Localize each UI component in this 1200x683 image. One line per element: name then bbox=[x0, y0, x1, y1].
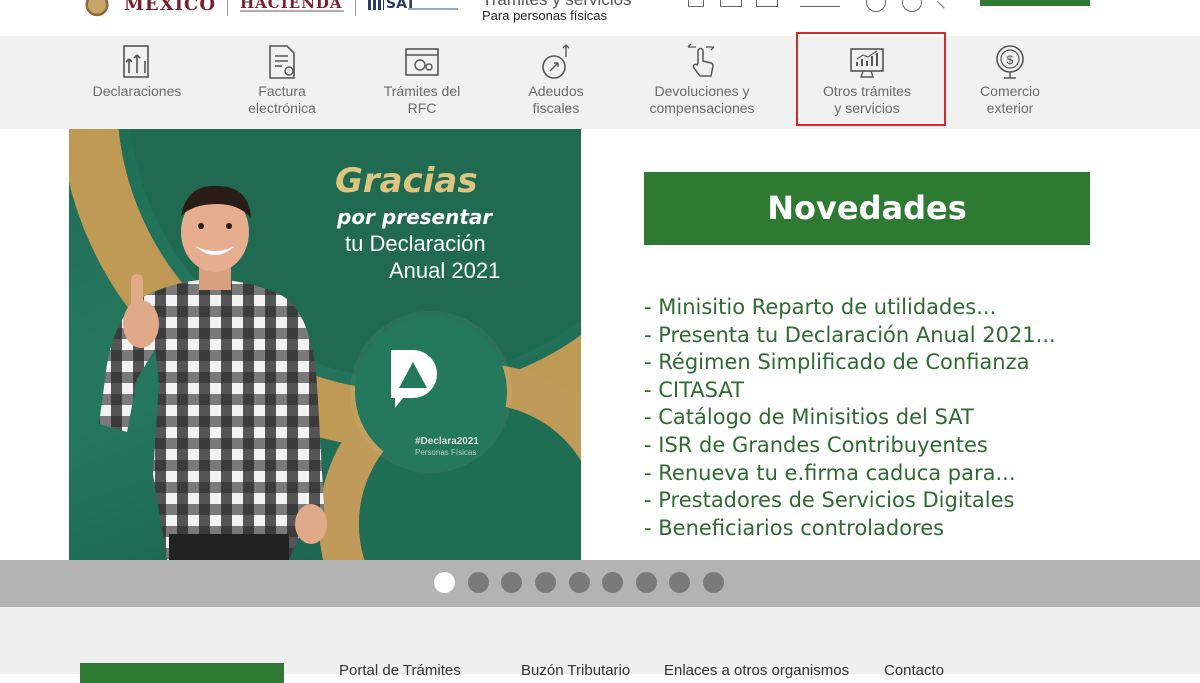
top-header: MÉXICO HACIENDA SAT Trámites y servicios… bbox=[0, 0, 1200, 37]
adeudos-icon bbox=[542, 44, 570, 79]
novedad-link[interactable]: - Presenta tu Declaración Anual 2021... bbox=[644, 322, 1056, 350]
smiling-man-thumbs-up-image bbox=[99, 185, 327, 560]
carousel-dot[interactable] bbox=[535, 572, 556, 593]
carousel-dot[interactable] bbox=[501, 572, 522, 593]
toolbar-round-icon[interactable] bbox=[902, 0, 922, 12]
nav-item-factura[interactable]: Factura electrónica bbox=[232, 36, 332, 129]
sat-logo-mark bbox=[368, 0, 384, 10]
carousel-dot[interactable] bbox=[468, 572, 489, 593]
carousel-dot[interactable] bbox=[669, 572, 690, 593]
novedad-link[interactable]: - Régimen Simplificado de Confianza bbox=[644, 349, 1056, 377]
nav-label: Factura electrónica bbox=[248, 83, 316, 116]
declara-logo-icon bbox=[391, 350, 437, 408]
nav-label: Declaraciones bbox=[92, 83, 182, 99]
logo-divider bbox=[355, 0, 356, 16]
novedad-link[interactable]: - ISR de Grandes Contribuyentes bbox=[644, 432, 1056, 460]
toolbar-round-icon[interactable] bbox=[866, 0, 886, 12]
footer-link-portal-tramites[interactable]: Portal de Trámites bbox=[339, 662, 461, 679]
carousel-dot[interactable] bbox=[636, 572, 657, 593]
nav-label: Comercio exterior bbox=[980, 83, 1040, 116]
novedad-link[interactable]: - Beneficiarios controladores bbox=[644, 515, 1056, 543]
novedad-link[interactable]: - CITASAT bbox=[644, 377, 1056, 405]
portal-subtitle: Para personas físicas bbox=[482, 8, 608, 23]
declaraciones-icon bbox=[123, 45, 149, 78]
novedad-link[interactable]: - Prestadores de Servicios Digitales bbox=[644, 487, 1056, 515]
nav-label: Devoluciones y compensaciones bbox=[649, 83, 755, 116]
novedad-link[interactable]: - Renueva tu e.firma caduca para... bbox=[644, 460, 1056, 488]
novedad-link[interactable]: - Minisitio Reparto de utilidades... bbox=[644, 294, 1056, 322]
factura-icon bbox=[269, 45, 295, 79]
carousel-dot[interactable] bbox=[569, 572, 590, 593]
hashtag-text: #Declara2021 bbox=[415, 436, 479, 447]
novedades-list: - Minisitio Reparto de utilidades... - P… bbox=[644, 294, 1056, 542]
carousel-dot-active[interactable] bbox=[434, 572, 455, 593]
nav-item-comercio[interactable]: $ Comercio exterior bbox=[964, 36, 1056, 129]
mexico-emblem-logo bbox=[80, 0, 114, 20]
footer-link-enlaces[interactable]: Enlaces a otros organismos bbox=[664, 662, 849, 679]
hacienda-logo-subline bbox=[240, 10, 344, 12]
toolbar-icon[interactable] bbox=[720, 0, 742, 7]
logo-divider bbox=[227, 0, 228, 16]
toolbar-icon[interactable] bbox=[800, 0, 840, 7]
nav-label: Trámites del RFC bbox=[383, 83, 461, 116]
sat-logo-subline bbox=[408, 8, 458, 10]
banner-line: por presentar bbox=[337, 205, 493, 229]
comercio-icon: $ bbox=[996, 45, 1024, 79]
banner-line: Anual 2021 bbox=[389, 258, 501, 283]
category-nav: Declaraciones Factura electrónica Trámit… bbox=[0, 36, 1200, 129]
devoluciones-icon bbox=[687, 43, 715, 77]
novedades-header: Novedades bbox=[644, 172, 1090, 245]
mexico-logo-text: MÉXICO bbox=[124, 0, 217, 15]
nav-item-devoluciones[interactable]: Devoluciones y compensaciones bbox=[640, 36, 764, 129]
toolbar-icon[interactable] bbox=[756, 0, 778, 7]
declaracion-banner[interactable]: #Declara2021 Personas Físicas Gracias po… bbox=[69, 129, 581, 560]
nav-item-rfc[interactable]: Trámites del RFC bbox=[372, 36, 472, 129]
nav-highlight-box bbox=[796, 32, 946, 126]
sat-logo-text: SAT bbox=[386, 0, 416, 12]
toolbar-icon[interactable] bbox=[936, 0, 954, 9]
footer-green-button[interactable] bbox=[80, 663, 284, 683]
nav-item-adeudos[interactable]: Adeudos fiscales bbox=[512, 36, 600, 129]
rfc-icon bbox=[405, 48, 439, 76]
toolbar-icon[interactable] bbox=[688, 0, 704, 7]
banner-line: tu Declaración bbox=[345, 231, 486, 256]
carousel-dot[interactable] bbox=[602, 572, 623, 593]
nav-label: Adeudos fiscales bbox=[528, 83, 584, 116]
footer-link-contacto[interactable]: Contacto bbox=[884, 662, 944, 679]
top-green-button[interactable] bbox=[980, 0, 1090, 6]
carousel-dot[interactable] bbox=[703, 572, 724, 593]
novedad-link[interactable]: - Catálogo de Minisitios del SAT bbox=[644, 404, 1056, 432]
nav-item-declaraciones[interactable]: Declaraciones bbox=[82, 36, 192, 129]
footer-link-buzon[interactable]: Buzón Tributario bbox=[521, 662, 630, 679]
carousel-indicator-bar bbox=[0, 560, 1200, 607]
svg-text:$: $ bbox=[1007, 53, 1014, 67]
badge-subtitle: Personas Físicas bbox=[415, 448, 477, 457]
